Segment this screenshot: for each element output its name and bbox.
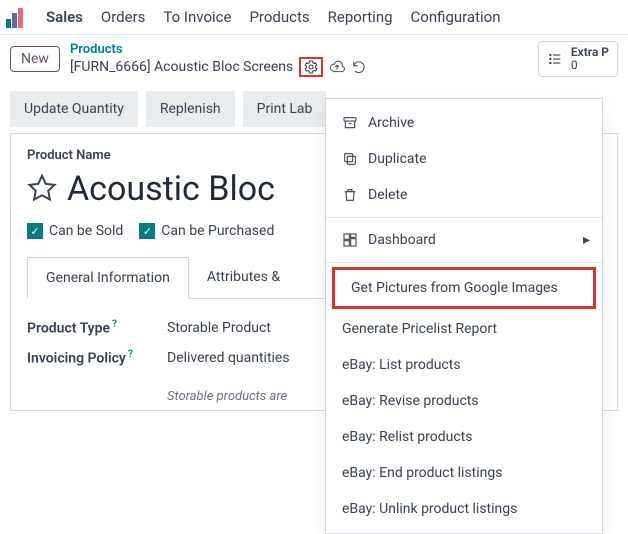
breadcrumb-parent[interactable]: Products	[70, 42, 528, 57]
check-icon: ✓	[27, 223, 43, 239]
archive-icon	[342, 115, 358, 131]
menu-duplicate[interactable]: Duplicate	[326, 141, 602, 177]
new-button[interactable]: New	[10, 46, 60, 72]
nav-toinvoice[interactable]: To Invoice	[163, 8, 231, 26]
breadcrumb-current: [FURN_6666] Acoustic Bloc Screens	[70, 59, 293, 75]
duplicate-icon	[342, 151, 358, 167]
nav-sales[interactable]: Sales	[46, 8, 83, 26]
help-icon[interactable]: ?	[112, 319, 117, 330]
print-labels-button[interactable]: Print Lab	[243, 91, 327, 127]
storable-note: Storable products are	[167, 379, 287, 404]
breadcrumb-row: New Products [FURN_6666] Acoustic Bloc S…	[0, 35, 628, 85]
menu-ebay-relist[interactable]: eBay: Relist products	[326, 419, 602, 455]
menu-archive[interactable]: Archive	[326, 105, 602, 141]
list-icon	[547, 51, 563, 67]
product-name-value[interactable]: Acoustic Bloc	[67, 169, 275, 209]
menu-ebay-unlink[interactable]: eBay: Unlink product listings	[326, 491, 602, 527]
menu-get-pictures[interactable]: Get Pictures from Google Images	[332, 267, 596, 309]
menu-delete[interactable]: Delete	[326, 177, 602, 213]
favorite-star-icon[interactable]	[27, 172, 57, 206]
help-icon[interactable]: ?	[128, 349, 133, 360]
can-be-sold-checkbox[interactable]: ✓Can be Sold	[27, 223, 123, 239]
nav-products[interactable]: Products	[249, 8, 309, 26]
main-nav: Sales Orders To Invoice Products Reporti…	[0, 0, 628, 35]
undo-icon[interactable]	[351, 59, 367, 75]
action-dropdown: Archive Duplicate Delete Dashboard ▸ Get…	[325, 98, 603, 534]
menu-ebay-revise[interactable]: eBay: Revise products	[326, 383, 602, 419]
menu-ebay-end[interactable]: eBay: End product listings	[326, 455, 602, 491]
dashboard-icon	[342, 232, 358, 248]
invoicing-policy-value[interactable]: Delivered quantities	[167, 350, 290, 366]
nav-orders[interactable]: Orders	[101, 8, 146, 26]
menu-dashboard[interactable]: Dashboard ▸	[326, 222, 602, 258]
cloud-upload-icon[interactable]	[329, 59, 345, 75]
extra-prices-button[interactable]: Extra P0	[538, 41, 618, 77]
tab-general[interactable]: General Information	[27, 257, 189, 299]
app-icon	[6, 6, 28, 28]
menu-ebay-list[interactable]: eBay: List products	[326, 347, 602, 383]
menu-pricelist-report[interactable]: Generate Pricelist Report	[326, 311, 602, 347]
product-type-label: Product Type?	[27, 319, 167, 337]
check-icon: ✓	[139, 223, 155, 239]
can-be-purchased-checkbox[interactable]: ✓Can be Purchased	[139, 223, 274, 239]
nav-reporting[interactable]: Reporting	[328, 8, 393, 26]
chevron-right-icon: ▸	[583, 232, 590, 248]
gear-icon[interactable]	[299, 57, 323, 77]
nav-config[interactable]: Configuration	[411, 8, 501, 26]
product-type-value[interactable]: Storable Product	[167, 320, 271, 336]
replenish-button[interactable]: Replenish	[146, 91, 235, 127]
update-quantity-button[interactable]: Update Quantity	[10, 91, 138, 127]
tab-attributes[interactable]: Attributes &	[189, 257, 298, 298]
trash-icon	[342, 187, 358, 203]
invoicing-policy-label: Invoicing Policy?	[27, 349, 167, 367]
